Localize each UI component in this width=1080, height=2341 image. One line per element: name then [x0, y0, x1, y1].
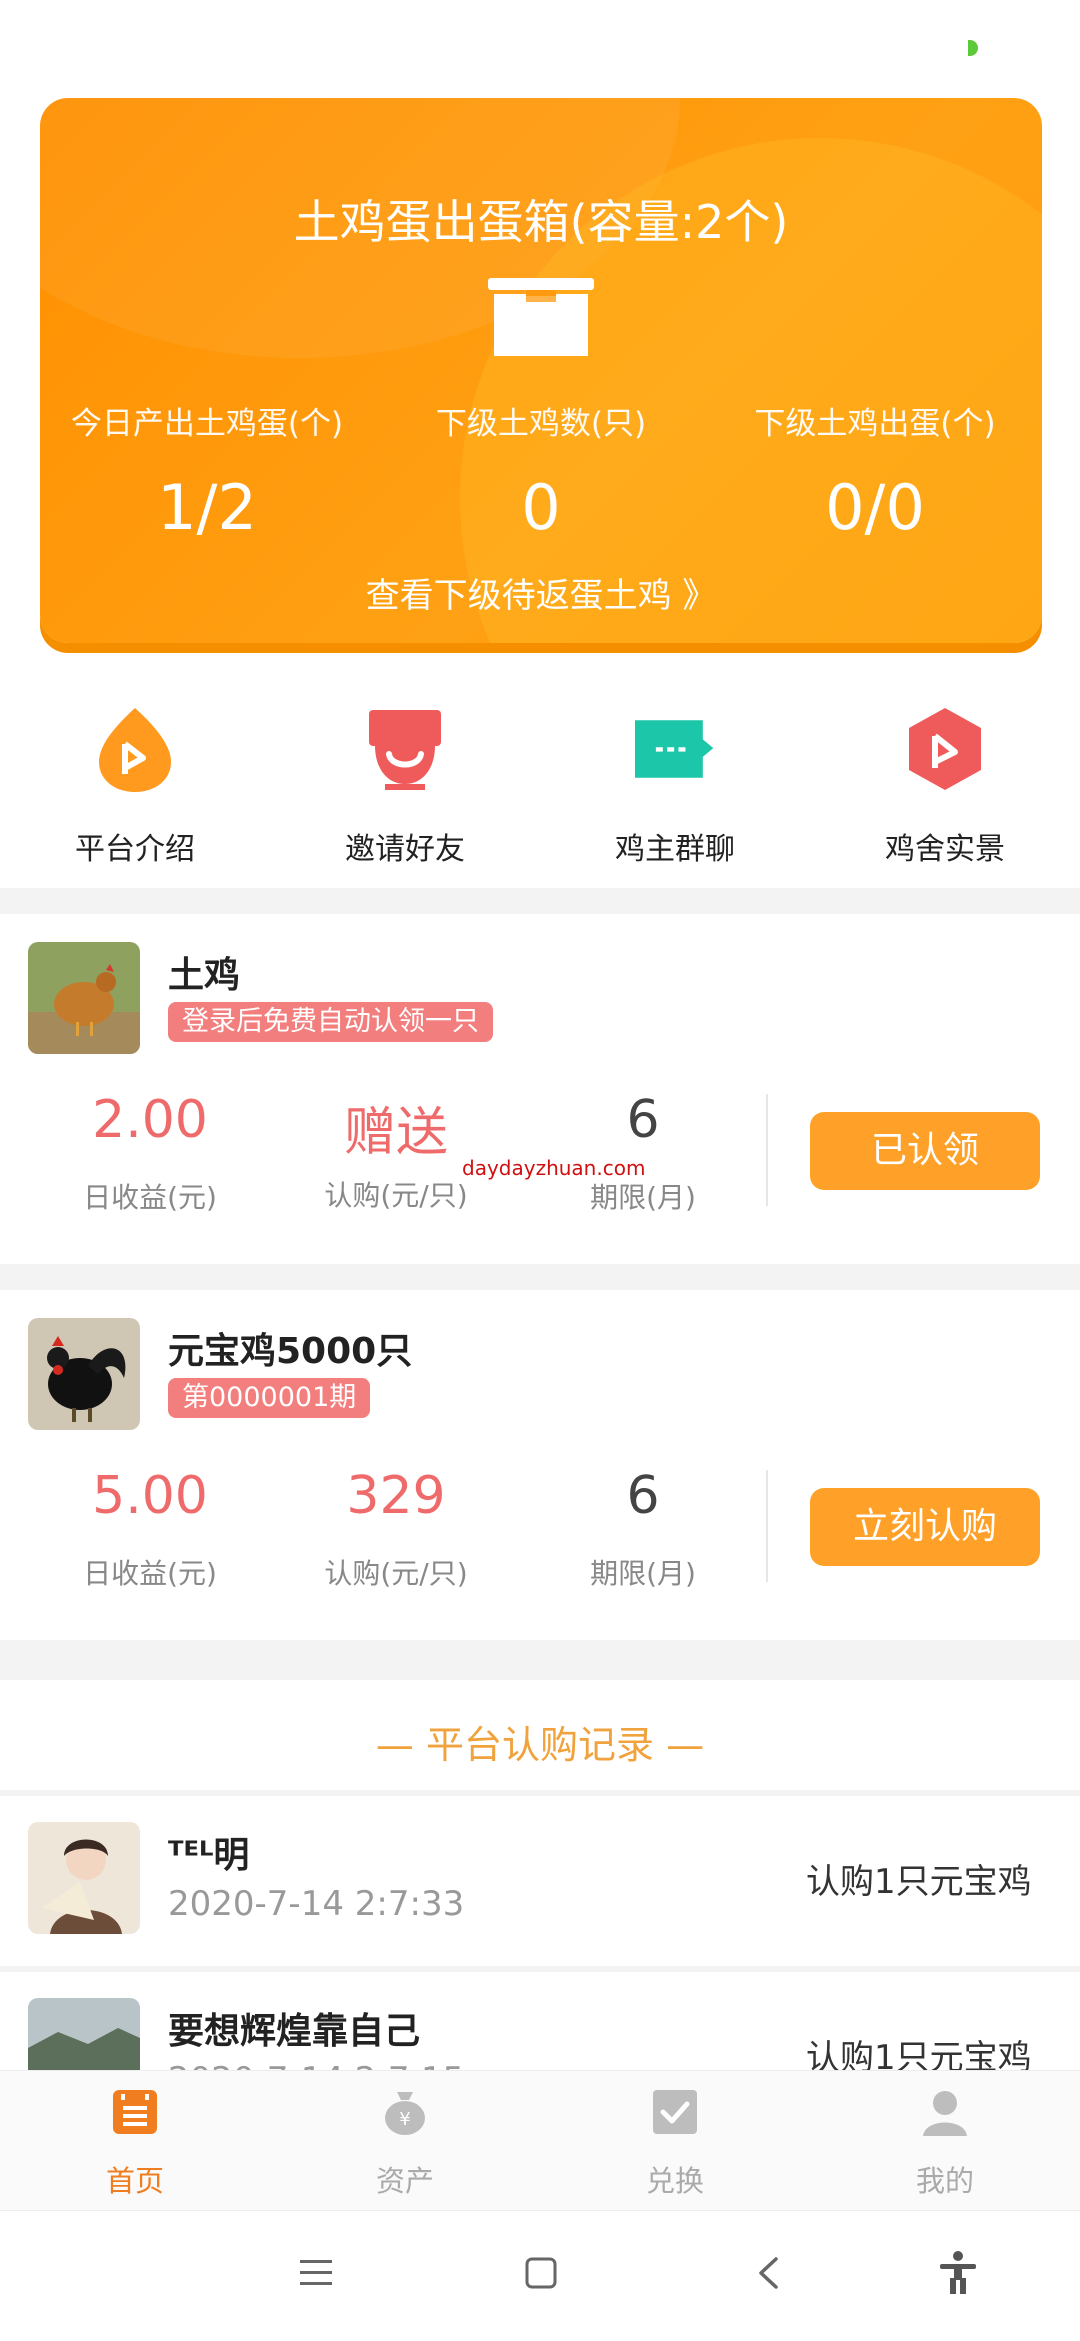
- record-row: ᵀᴱᴸ明 2020-7-14 2:7:33 认购1只元宝鸡: [0, 1796, 1080, 1966]
- product-name: 土鸡: [168, 955, 241, 996]
- record-action: 认购1只元宝鸡: [806, 2038, 1032, 2070]
- product-card-yuanbao: 元宝鸡5000只 第0000001期 5.00 日收益(元) 329 认购(元/…: [0, 1290, 1080, 1640]
- price-label: 认购(元/只): [324, 1179, 468, 1212]
- platform-intro-icon: [99, 708, 171, 792]
- claimed-button[interactable]: 已认领: [810, 1112, 1040, 1190]
- stat-today-eggs: 今日产出土鸡蛋(个) 1/2: [70, 406, 344, 544]
- menu-icon[interactable]: [298, 2258, 334, 2288]
- menu-invite-friends[interactable]: 邀请好友: [270, 706, 540, 868]
- stat-sub-chickens: 下级土鸡数(只) 0: [435, 406, 647, 544]
- section-divider: [0, 1264, 1080, 1290]
- home-square-icon[interactable]: [524, 2256, 558, 2290]
- back-icon[interactable]: [756, 2256, 780, 2290]
- banner-title: 土鸡蛋出蛋箱(容量:2个): [293, 195, 789, 249]
- menu-platform-intro[interactable]: 平台介绍: [0, 706, 270, 868]
- tab-mine[interactable]: 我的: [810, 2088, 1080, 2200]
- product-tag: 登录后免费自动认领一只: [168, 1002, 493, 1042]
- price-value: 赠送: [343, 1103, 448, 1163]
- tab-exchange[interactable]: 兑换: [540, 2088, 810, 2200]
- product-card-tuji: 土鸡 登录后免费自动认领一只 2.00 日收益(元) 赠送 认购(元/只) da…: [0, 914, 1080, 1264]
- user-icon: [923, 2091, 967, 2136]
- menu-group-chat[interactable]: 鸡主群聊: [540, 706, 810, 868]
- term-label: 期限(月): [590, 1557, 696, 1590]
- price-value: 329: [346, 1466, 446, 1526]
- daily-income-value: 5.00: [92, 1466, 208, 1526]
- svg-text:¥: ¥: [399, 2109, 410, 2130]
- term-value: 6: [626, 1466, 660, 1526]
- user-name: 要想辉煌靠自己: [168, 2011, 421, 2052]
- view-sub-chickens-link[interactable]: 查看下级待返蛋土鸡 》: [40, 568, 1042, 617]
- egg-box-icon: [488, 278, 594, 356]
- record-row: 要想辉煌靠自己 2020-7-14 2:7:15 认购1只元宝鸡: [0, 1972, 1080, 2070]
- product-thumbnail: [28, 1318, 140, 1430]
- avatar: [28, 1822, 140, 1934]
- product-issue-tag: 第0000001期: [168, 1378, 371, 1418]
- daily-income-label: 日收益(元): [83, 1557, 217, 1590]
- daily-income-value: 2.00: [92, 1090, 208, 1150]
- term-value: 6: [626, 1090, 660, 1150]
- money-bag-icon: ¥: [385, 2092, 425, 2135]
- section-divider: [0, 1640, 1080, 1680]
- section-divider: [0, 888, 1080, 914]
- user-name: ᵀᴱᴸ明: [168, 1835, 250, 1876]
- record-action: 认购1只元宝鸡: [806, 1862, 1032, 1902]
- stat-sub-eggs: 下级土鸡出蛋(个) 0/0: [754, 406, 996, 544]
- accessibility-icon[interactable]: [938, 2250, 978, 2294]
- egg-box-banner: 土鸡蛋出蛋箱(容量:2个) 今日产出土鸡蛋(个) 1/2 下级土鸡数(只) 0 …: [40, 98, 1042, 643]
- exchange-check-icon: [653, 2090, 697, 2134]
- column-divider: [766, 1470, 768, 1582]
- column-divider: [766, 1094, 768, 1206]
- price-label: 认购(元/只): [324, 1557, 468, 1590]
- subscribe-now-button[interactable]: 立刻认购: [810, 1488, 1040, 1566]
- menu-coop-live[interactable]: 鸡舍实景: [810, 706, 1080, 868]
- tab-assets[interactable]: ¥ 资产: [270, 2088, 540, 2200]
- term-label: 期限(月): [590, 1181, 696, 1214]
- record-time: 2020-7-14 2:7:15: [168, 2060, 464, 2070]
- avatar: [28, 1998, 140, 2070]
- invite-friends-icon: [369, 710, 441, 790]
- home-icon: [113, 2090, 157, 2134]
- record-time: 2020-7-14 2:7:33: [168, 1884, 465, 1924]
- group-chat-icon: [635, 720, 714, 778]
- tab-home[interactable]: 首页: [0, 2088, 270, 2200]
- records-title: — 平台认购记录 —: [375, 1723, 705, 1767]
- daily-income-label: 日收益(元): [83, 1181, 217, 1214]
- coop-live-icon: [909, 708, 981, 790]
- product-name: 元宝鸡5000只: [168, 1331, 413, 1372]
- product-thumbnail: [28, 942, 140, 1054]
- status-indicator-icon: [968, 40, 978, 56]
